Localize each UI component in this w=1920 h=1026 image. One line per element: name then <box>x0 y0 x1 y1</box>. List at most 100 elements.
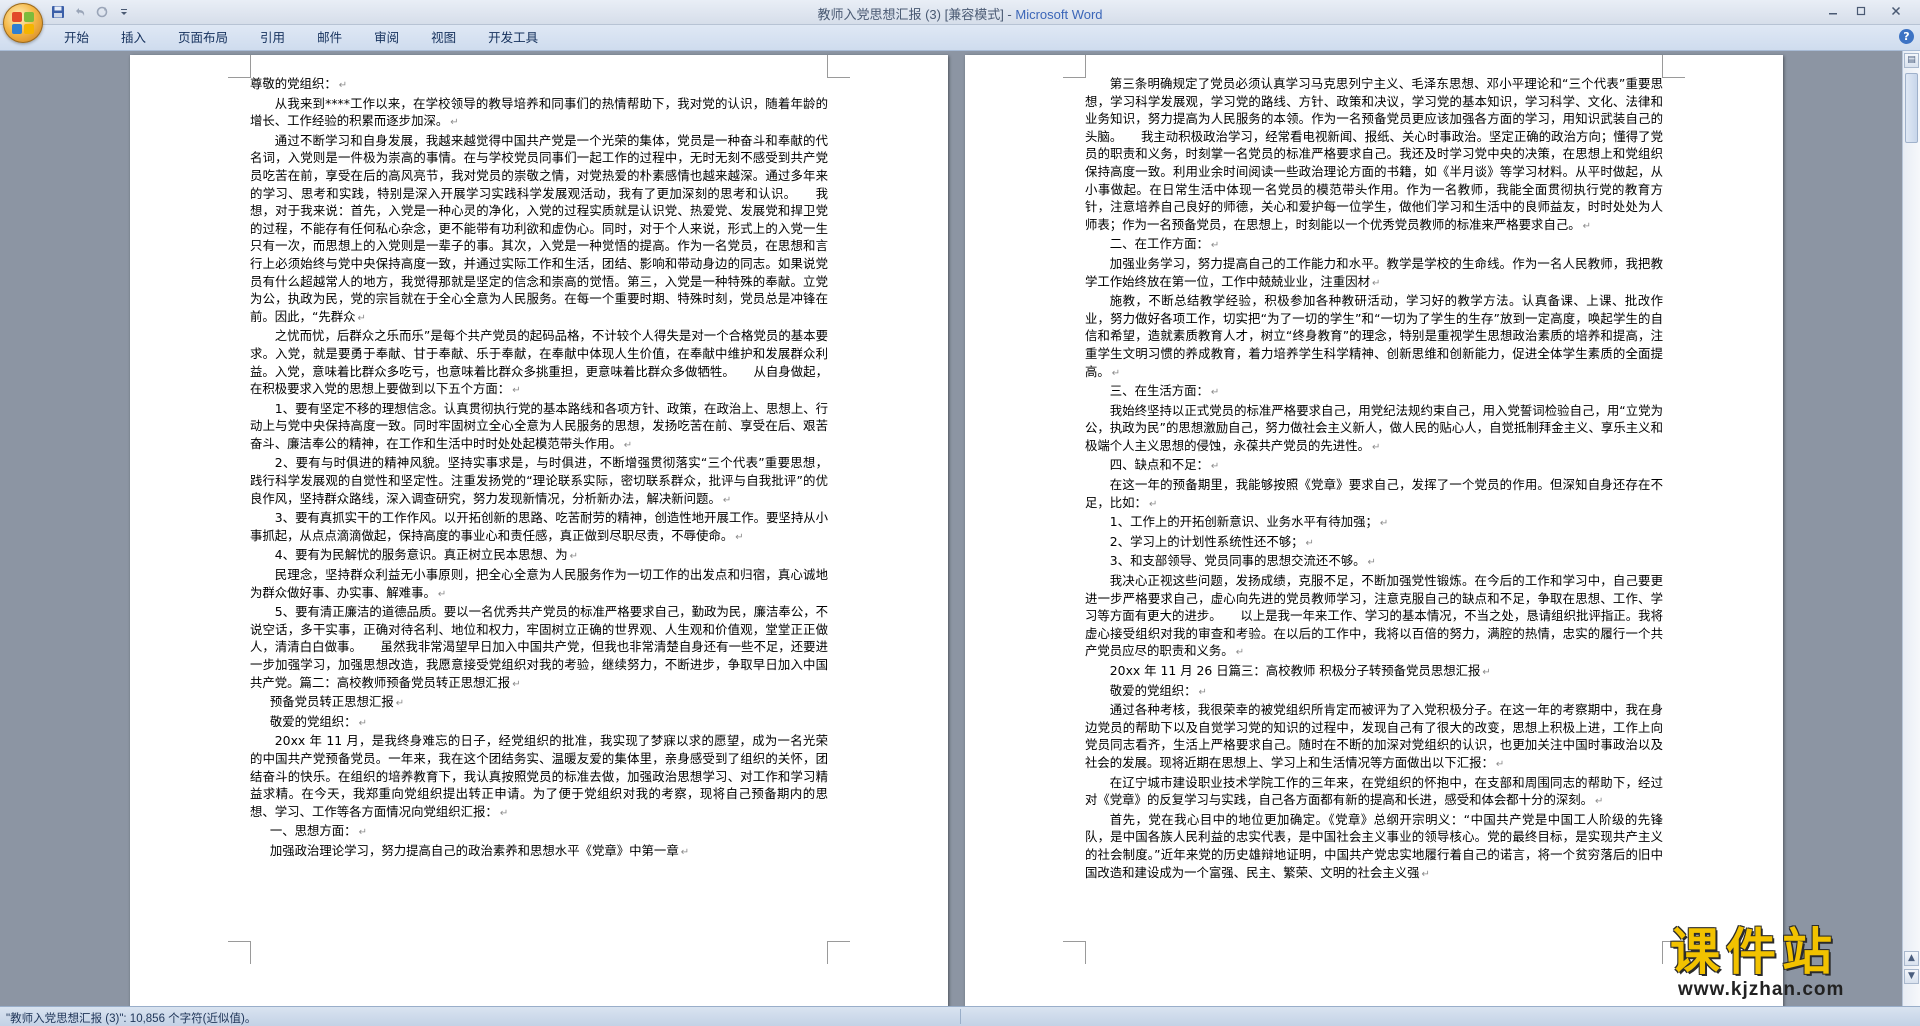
paragraph-mark-icon: ↵ <box>1305 537 1314 549</box>
paragraph-mark-icon: ↵ <box>1210 387 1220 399</box>
scroll-thumb[interactable] <box>1905 73 1918 143</box>
page-right[interactable]: 第三条明确规定了党员必须认真学习马克思列宁主义、毛泽东思想、邓小平理论和“三个代… <box>965 55 1783 1006</box>
paragraph[interactable]: 敬爱的党组织： ↵ <box>1085 682 1663 702</box>
paragraph[interactable]: 2、学习上的计划性系统性还不够； ↵ <box>1085 533 1663 553</box>
ribbon-tabs: 开始 插入 页面布局 引用 邮件 审阅 视图 开发工具 <box>48 29 554 47</box>
paragraph-text: 二、在工作方面： <box>1109 236 1209 252</box>
paragraph[interactable]: 之忧而忧，后群众之乐而乐”是每个共产党员的起码品格，不计较个人得失是对一个合格党… <box>250 327 828 399</box>
tab-3[interactable]: 引用 <box>244 29 301 47</box>
paragraph[interactable]: 3、和支部领导、党员同事的思想交流还不够。 ↵ <box>1085 552 1663 572</box>
paragraph-mark-icon: ↵ <box>680 846 690 858</box>
paragraph[interactable]: 通过各种考核，我很荣幸的被党组织所肯定而被评为了入党积极分子。在这一年的考察期中… <box>1085 701 1663 773</box>
status-divider <box>960 1009 961 1024</box>
paragraph[interactable]: 加强业务学习，努力提高自己的工作能力和水平。教学是学校的生命线。作为一名人民教师… <box>1085 255 1663 292</box>
tab-7[interactable]: 开发工具 <box>472 29 554 47</box>
paragraph[interactable]: 一、思想方面： ↵ <box>250 822 828 842</box>
paragraph-mark-icon: ↵ <box>1379 518 1389 530</box>
ruler-toggle-icon[interactable]: ▤ <box>1904 53 1919 68</box>
crop-mark <box>228 55 251 78</box>
paragraph-mark-icon: ↵ <box>1367 557 1376 569</box>
paragraph-text: 敬爱的党组织： <box>1109 682 1197 698</box>
paragraph-text: 预备党员转正思想汇报 <box>269 694 394 710</box>
page-right-text[interactable]: 第三条明确规定了党员必须认真学习马克思列宁主义、毛泽东思想、邓小平理论和“三个代… <box>1085 75 1663 883</box>
paragraph-mark-icon: ↵ <box>623 439 633 451</box>
paragraph[interactable]: 在辽宁城市建设职业技术学院工作的三年来，在党组织的怀抱中，在支部和周围同志的帮助… <box>1085 774 1663 811</box>
minimize-icon[interactable] <box>1820 2 1846 20</box>
tab-1[interactable]: 插入 <box>105 29 162 47</box>
paragraph-mark-icon: ↵ <box>1198 686 1207 698</box>
page-left[interactable]: 尊敬的党组织： ↵ 从我来到****工作以来，在学校领导的教导培养和同事们的热情帮助… <box>130 55 948 1006</box>
paragraph[interactable]: 4、要有为民解忧的服务意识。真正树立民本思想、为 ↵ <box>250 546 828 566</box>
paragraph[interactable]: 3、要有真抓实干的工作作风。以开拓创新的思路、吃苦耐劳的精神，创造性地开展工作。… <box>250 509 828 546</box>
watermark-logo: 课件站 www.kjzhan.com <box>1670 925 1870 1000</box>
paragraph-text: 民理念，坚持群众利益无小事原则，把全心全意为人民服务作为一切工作的出发点和归宿，… <box>250 567 828 600</box>
scroll-up-icon[interactable]: ▲ <box>1904 951 1919 966</box>
paragraph[interactable]: 1、要有坚定不移的理想信念。认真贯彻执行党的基本路线和各项方针、政策，在政治上、… <box>250 400 828 455</box>
paragraph[interactable]: 5、要有清正廉洁的道德品质。要以一名优秀共产党员的标准严格要求自己，勤政为民，廉… <box>250 603 828 693</box>
paragraph[interactable]: 从我来到****工作以来，在学校领导的教导培养和同事们的热情帮助下，我对党的认识… <box>250 95 828 132</box>
paragraph[interactable]: 在这一年的预备期里，我能够按照《党章》要求自己，发挥了一个党员的作用。但深知自身… <box>1085 476 1663 513</box>
crop-mark <box>228 941 251 964</box>
paragraph-mark-icon: ↵ <box>722 494 732 506</box>
page-left-text[interactable]: 尊敬的党组织： ↵ 从我来到****工作以来，在学校领导的教导培养和同事们的热情帮助… <box>250 75 828 862</box>
paragraph-text: 2、要有与时俱进的精神风貌。坚持实事求是，与时俱进，不断增强贯彻落实“三个代表”… <box>250 455 828 506</box>
paragraph-mark-icon: ↵ <box>1371 441 1381 453</box>
paragraph-text: 四、缺点和不足： <box>1109 457 1209 473</box>
paragraph-mark-icon: ↵ <box>1371 277 1381 289</box>
tab-5[interactable]: 审阅 <box>358 29 415 47</box>
tab-0[interactable]: 开始 <box>48 29 105 47</box>
paragraph[interactable]: 二、在工作方面： ↵ <box>1085 235 1663 255</box>
paragraph[interactable]: 1、工作上的开拓创新意识、业务水平有待加强； ↵ <box>1085 513 1663 533</box>
office-button[interactable] <box>3 3 43 43</box>
tab-4[interactable]: 邮件 <box>301 29 358 47</box>
paragraph-text: 5、要有清正廉洁的道德品质。要以一名优秀共产党员的标准严格要求自己，勤政为民，廉… <box>250 604 828 690</box>
paragraph-mark-icon: ↵ <box>569 551 579 563</box>
paragraph-mark-icon: ↵ <box>358 827 367 839</box>
paragraph[interactable]: 加强政治理论学习，努力提高自己的政治素养和思想水平《党章》中第一章 ↵ <box>250 842 828 862</box>
paragraph-text: 首先，党在我心目中的地位更加确定。《党章》总纲开宗明义：“中国共产党是中国工人阶… <box>1085 811 1663 880</box>
paragraph[interactable]: 敬爱的党组织： ↵ <box>250 713 828 733</box>
watermark-chinese: 课件站 <box>1670 923 1838 981</box>
paragraph[interactable]: 施教，不断总结教学经验，积极参加各种教研活动，学习好的教学方法。认真备课、上课、… <box>1085 292 1663 382</box>
vertical-scrollbar[interactable]: ▤ ▲ ▼ <box>1902 51 1920 1006</box>
paragraph[interactable]: 通过不断学习和自身发展，我越来越觉得中国共产党是一个光荣的集体，党员是一种奋斗和… <box>250 132 828 328</box>
paragraph-text: 通过各种考核，我很荣幸的被党组织所肯定而被评为了入党积极分子。在这一年的考察期中… <box>1085 702 1663 770</box>
paragraph-mark-icon: ↵ <box>735 531 744 543</box>
paragraph-text: 第三条明确规定了党员必须认真学习马克思列宁主义、毛泽东思想、邓小平理论和“三个代… <box>1085 76 1663 232</box>
paragraph[interactable]: 尊敬的党组织： ↵ <box>250 75 828 95</box>
paragraph[interactable]: 20xx 年 11 月，是我终身难忘的日子，经党组织的批准，我实现了梦寐以求的愿… <box>250 732 828 822</box>
window-controls <box>1820 2 1916 20</box>
paragraph-mark-icon: ↵ <box>395 698 405 710</box>
paragraph[interactable]: 三、在生活方面： ↵ <box>1085 382 1663 402</box>
paragraph-mark-icon: ↵ <box>512 678 521 690</box>
word-count-status[interactable]: "教师入党思想汇报 (3)": 10,856 个字符(近似值)。 <box>6 1010 256 1026</box>
paragraph[interactable]: 我始终坚持以正式党员的标准严格要求自己，用党纪法规约束自己，用入党誓词检验自己，… <box>1085 402 1663 457</box>
office-logo-quadrant <box>12 24 22 34</box>
paragraph[interactable]: 民理念，坚持群众利益无小事原则，把全心全意为人民服务作为一切工作的出发点和归宿，… <box>250 566 828 603</box>
maximize-icon[interactable] <box>1848 2 1874 20</box>
scroll-down-icon[interactable]: ▼ <box>1904 969 1919 984</box>
paragraph-mark-icon: ↵ <box>1210 461 1220 473</box>
paragraph-mark-icon: ↵ <box>499 807 509 819</box>
paragraph[interactable]: 首先，党在我心目中的地位更加确定。《党章》总纲开宗明义：“中国共产党是中国工人阶… <box>1085 811 1663 883</box>
close-icon[interactable] <box>1876 2 1916 20</box>
paragraph[interactable]: 2、要有与时俱进的精神风貌。坚持实事求是，与时俱进，不断增强贯彻落实“三个代表”… <box>250 454 828 509</box>
paragraph[interactable]: 四、缺点和不足： ↵ <box>1085 456 1663 476</box>
paragraph-text: 施教，不断总结教学经验，积极参加各种教研活动，学习好的教学方法。认真备课、上课、… <box>1085 293 1663 379</box>
paragraph-text: 在这一年的预备期里，我能够按照《党章》要求自己，发挥了一个党员的作用。但深知自身… <box>1085 477 1663 510</box>
paragraph-mark-icon: ↵ <box>450 117 459 129</box>
watermark-url: www.kjzhan.com <box>1678 979 1845 1000</box>
paragraph-text: 3、和支部领导、党员同事的思想交流还不够。 <box>1109 553 1366 569</box>
paragraph-mark-icon: ↵ <box>338 80 348 91</box>
tab-2[interactable]: 页面布局 <box>162 29 244 47</box>
paragraph-text: 加强政治理论学习，努力提高自己的政治素养和思想水平《党章》中第一章 <box>269 842 679 858</box>
paragraph-text: 一、思想方面： <box>269 823 357 839</box>
paragraph[interactable]: 预备党员转正思想汇报 ↵ <box>250 693 828 713</box>
tab-6[interactable]: 视图 <box>415 29 472 47</box>
paragraph[interactable]: 我决心正视这些问题，发扬成绩，克服不足，不断加强党性锻炼。在今后的工作和学习中，… <box>1085 572 1663 662</box>
paragraph-text: 之忧而忧，后群众之乐而乐”是每个共产党员的起码品格，不计较个人得失是对一个合格党… <box>250 328 828 397</box>
help-icon[interactable]: ? <box>1899 29 1914 44</box>
paragraph[interactable]: 20xx 年 11 月 26 日篇三：高校教师 积极分子转预备党员思想汇报 ↵ <box>1085 662 1663 682</box>
paragraph[interactable]: 第三条明确规定了党员必须认真学习马克思列宁主义、毛泽东思想、邓小平理论和“三个代… <box>1085 75 1663 235</box>
paragraph-text: 在辽宁城市建设职业技术学院工作的三年来，在党组织的怀抱中，在支部和周围同志的帮助… <box>1085 774 1663 808</box>
